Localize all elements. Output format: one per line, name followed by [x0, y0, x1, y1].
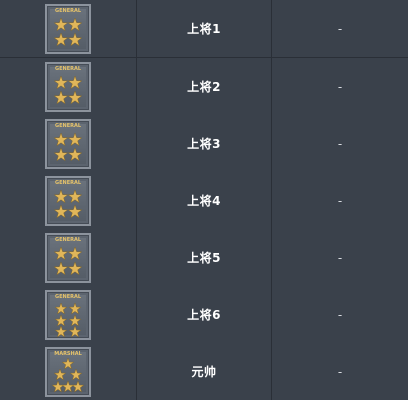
star-icon [53, 131, 69, 146]
rank-value: - [337, 21, 343, 36]
table-row: GENERAL 上将4 - [0, 172, 408, 229]
star-icon [61, 379, 75, 392]
rank-table: GENERAL 上将1 - GENERAL 上将2 - GENERAL 上将3 … [0, 0, 408, 400]
table-row: GENERAL 上将3 - [0, 115, 408, 172]
star-icon [71, 379, 85, 392]
star-icon [53, 16, 69, 31]
four-star-general-insignia-icon: GENERAL [45, 232, 91, 283]
insignia-stars [53, 74, 83, 104]
insignia-stars [53, 188, 83, 218]
table-row: MARSHAL 元帅 - [0, 343, 408, 400]
rank-value: - [337, 250, 343, 265]
four-star-general-insignia-icon: GENERAL [45, 3, 91, 54]
rank-icon-cell: GENERAL [0, 0, 137, 57]
star-icon [68, 324, 82, 337]
rank-name: 上将2 [137, 58, 272, 115]
insignia-stars [51, 356, 85, 392]
star-icon [53, 31, 69, 46]
rank-name: 元帅 [137, 343, 272, 400]
star-icon [67, 188, 83, 203]
star-icon [51, 379, 65, 392]
rank-icon-cell: GENERAL [0, 286, 137, 343]
star-icon [67, 203, 83, 218]
rank-value: - [337, 307, 343, 322]
rank-name: 上将4 [137, 172, 272, 229]
four-star-general-insignia-icon: GENERAL [45, 61, 91, 112]
star-icon [53, 74, 69, 89]
star-icon [53, 188, 69, 203]
star-icon [67, 131, 83, 146]
rank-name: 上将5 [137, 229, 272, 286]
star-icon [54, 313, 68, 326]
table-row: GENERAL 上将2 - [0, 58, 408, 115]
star-icon [67, 245, 83, 260]
rank-icon-cell: GENERAL [0, 115, 137, 172]
insignia-stars [54, 301, 82, 337]
insignia-stars [53, 16, 83, 46]
rank-name: 上将3 [137, 115, 272, 172]
insignia-stars [53, 131, 83, 161]
four-star-general-insignia-icon: GENERAL [45, 175, 91, 226]
rank-value: - [337, 136, 343, 151]
table-row: GENERAL 上将5 - [0, 229, 408, 286]
rank-value: - [337, 79, 343, 94]
star-icon [67, 74, 83, 89]
star-icon [67, 16, 83, 31]
star-icon [53, 203, 69, 218]
star-icon [69, 367, 83, 380]
rank-icon-cell: GENERAL [0, 172, 137, 229]
star-icon [53, 89, 69, 104]
table-row: GENERAL 上将1 - [0, 0, 408, 57]
star-icon [53, 260, 69, 275]
star-icon [67, 31, 83, 46]
four-star-general-insignia-icon: GENERAL [45, 118, 91, 169]
rank-icon-cell: MARSHAL [0, 343, 137, 400]
rank-name: 上将6 [137, 286, 272, 343]
star-icon [54, 301, 68, 314]
star-icon [67, 89, 83, 104]
rank-name: 上将1 [137, 0, 272, 57]
star-icon [53, 367, 67, 380]
rank-value: - [337, 193, 343, 208]
star-icon [53, 146, 69, 161]
star-icon [67, 260, 83, 275]
star-icon [53, 245, 69, 260]
table-row: GENERAL 上将6 - [0, 286, 408, 343]
six-star-general-insignia-icon: GENERAL [45, 289, 91, 340]
star-icon [68, 301, 82, 314]
rank-value: - [337, 364, 343, 379]
insignia-stars [53, 245, 83, 275]
star-icon [67, 146, 83, 161]
star-icon [54, 324, 68, 337]
marshal-insignia-icon: MARSHAL [45, 346, 91, 397]
rank-icon-cell: GENERAL [0, 58, 137, 115]
rank-icon-cell: GENERAL [0, 229, 137, 286]
star-icon [68, 313, 82, 326]
star-icon [61, 356, 75, 369]
